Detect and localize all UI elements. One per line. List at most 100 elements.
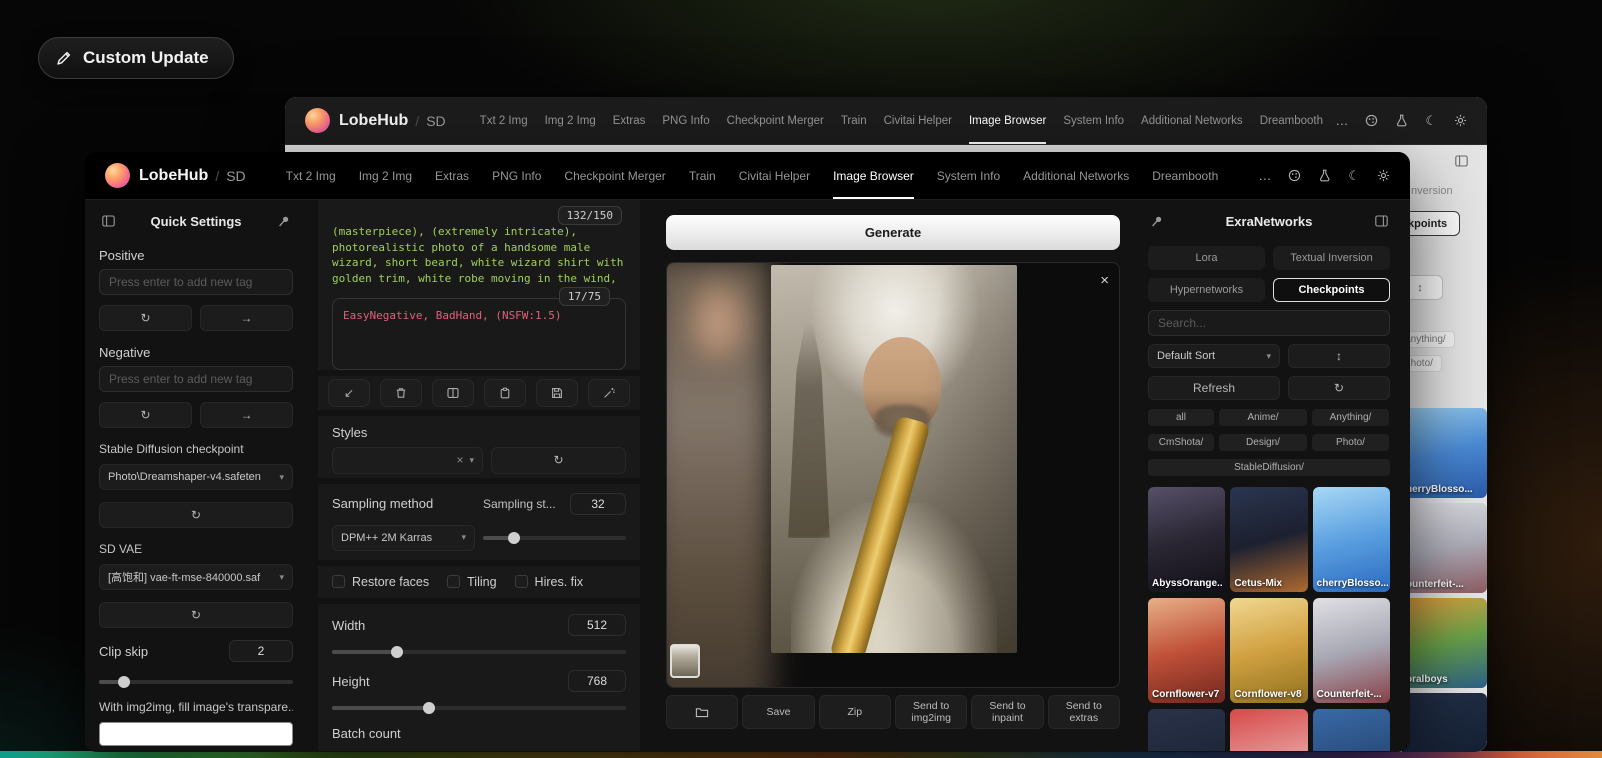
filter-all[interactable]: all [1148,409,1214,426]
search-input[interactable] [1148,310,1390,336]
clip-skip-slider-handle[interactable] [118,676,130,688]
gear-icon[interactable] [1454,114,1467,127]
tab-train[interactable]: Train [689,152,716,199]
save-button[interactable]: Save [742,695,814,729]
more-icon[interactable]: … [1335,114,1348,127]
filter-anime[interactable]: Anime/ [1219,409,1307,426]
close-image-button[interactable]: × [1100,273,1109,288]
tab-txt2img[interactable]: Txt 2 Img [286,152,336,199]
bg-tab-textual-inversion-partial[interactable]: Inversion [1408,185,1453,197]
styles-select[interactable]: × ▾ [332,447,483,474]
send-to-img2img-button[interactable]: Send to img2img [895,695,967,729]
toolbar-paste-params-button[interactable]: ↙ [328,379,370,407]
positive-sync-button[interactable]: ↻ [99,305,192,331]
tab-lora[interactable]: Lora [1148,246,1265,270]
toolbar-clear-button[interactable] [380,379,422,407]
height-input[interactable] [568,670,626,692]
bg-tab-pnginfo[interactable]: PNG Info [662,97,709,144]
gallery-thumbnail[interactable] [670,644,700,678]
open-folder-button[interactable] [666,695,738,729]
palette-icon[interactable] [1365,114,1378,127]
bg-model-card[interactable]: oralboys [1402,598,1487,688]
tab-textual-inversion[interactable]: Textual Inversion [1273,246,1390,270]
generate-button[interactable]: Generate [666,215,1120,250]
gear-icon[interactable] [1377,169,1390,182]
send-to-extras-button[interactable]: Send to extras [1048,695,1120,729]
tab-additional-networks[interactable]: Additional Networks [1023,152,1129,199]
filter-design[interactable]: Design/ [1219,434,1307,451]
tab-checkpoint-merger[interactable]: Checkpoint Merger [564,152,665,199]
restore-faces-checkbox[interactable]: Restore faces [332,575,429,589]
bg-tab-img2img[interactable]: Img 2 Img [545,97,596,144]
bg-model-card[interactable]: ounterfeit-... [1402,503,1487,593]
vae-refresh-button[interactable]: ↻ [99,602,293,628]
custom-update-button[interactable]: Custom Update [38,37,234,79]
toolbar-extra-networks-button[interactable] [432,379,474,407]
positive-prompt-textarea[interactable]: (masterpiece), (extremely intricate), ph… [332,224,626,286]
checkpoint-select[interactable]: Photo\Dreamshaper-v4.safeten ▾ [99,464,293,490]
generated-image[interactable] [771,265,1017,653]
model-card[interactable]: cherryBlosso... [1313,487,1390,592]
tab-civitai-helper[interactable]: Civitai Helper [739,152,810,199]
bg-tab-dreambooth[interactable]: Dreambooth [1260,97,1323,144]
bg-tab-system-info[interactable]: System Info [1063,97,1124,144]
checkbox-box[interactable] [332,575,345,588]
checkbox-box[interactable] [515,575,528,588]
tab-system-info[interactable]: System Info [937,152,1000,199]
toolbar-magic-button[interactable] [588,379,630,407]
bg-tab-checkpoint-merger[interactable]: Checkpoint Merger [727,97,824,144]
model-card[interactable]: Cetus-Mix [1230,487,1307,592]
bg-tab-extras[interactable]: Extras [613,97,646,144]
pin-icon[interactable] [1148,212,1166,230]
model-card[interactable]: AbyssOrange... [1148,487,1225,592]
send-to-inpaint-button[interactable]: Send to inpaint [971,695,1043,729]
collapse-panel-icon[interactable] [1372,212,1390,230]
bg-tab-additional-networks[interactable]: Additional Networks [1141,97,1243,144]
collapse-panel-icon[interactable] [99,212,117,230]
positive-tag-input[interactable] [99,269,293,295]
flask-icon[interactable] [1318,169,1331,182]
negative-tag-input[interactable] [99,366,293,392]
styles-refresh-button[interactable]: ↻ [491,447,626,474]
clip-skip-input[interactable] [229,640,293,662]
filter-stablediffusion[interactable]: StableDiffusion/ [1148,459,1390,476]
bg-tab-train[interactable]: Train [841,97,867,144]
bg-model-card[interactable] [1402,693,1487,752]
tab-dreambooth[interactable]: Dreambooth [1152,152,1218,199]
color-picker-swatch[interactable] [99,722,293,746]
checkpoint-refresh-button[interactable]: ↻ [99,502,293,528]
sampler-select[interactable]: DPM++ 2M Karras ▾ [332,525,475,551]
model-card[interactable]: Cornflower-v8 [1230,598,1307,703]
tab-hypernetworks[interactable]: Hypernetworks [1148,278,1265,302]
tiling-checkbox[interactable]: Tiling [447,575,496,589]
height-slider[interactable] [332,702,626,714]
width-slider[interactable] [332,646,626,658]
positive-apply-button[interactable]: → [200,305,293,331]
height-slider-handle[interactable] [423,702,435,714]
sampling-steps-input[interactable] [570,493,626,515]
tab-extras[interactable]: Extras [435,152,469,199]
sort-select[interactable]: Default Sort ▾ [1148,344,1280,368]
more-icon[interactable]: … [1258,169,1271,182]
bg-tab-civitai-helper[interactable]: Civitai Helper [884,97,952,144]
moon-icon[interactable]: ☾ [1425,114,1437,127]
model-card[interactable]: Cornflower-v7 [1148,598,1225,703]
model-card[interactable] [1148,709,1225,751]
bg-tab-image-browser[interactable]: Image Browser [969,97,1046,144]
toolbar-save-style-button[interactable] [536,379,578,407]
model-card[interactable]: Counterfeit-... [1313,598,1390,703]
clear-icon[interactable]: × [456,454,463,466]
sort-direction-button[interactable]: ↕ [1288,344,1390,368]
filter-anything[interactable]: Anything/ [1312,409,1389,426]
negative-sync-button[interactable]: ↻ [99,402,192,428]
tab-image-browser[interactable]: Image Browser [833,152,914,199]
negative-prompt-textarea[interactable]: 17/75 EasyNegative, BadHand, (NSFW:1.5) [332,298,626,370]
bg-model-card[interactable]: herryBlosso... [1402,408,1487,498]
toolbar-apply-style-button[interactable] [484,379,526,407]
model-card[interactable] [1230,709,1307,751]
filter-photo[interactable]: Photo/ [1312,434,1389,451]
zip-button[interactable]: Zip [819,695,891,729]
bg-tab-txt2img[interactable]: Txt 2 Img [480,97,528,144]
model-card[interactable] [1313,709,1390,751]
tab-checkpoints[interactable]: Checkpoints [1273,278,1390,302]
